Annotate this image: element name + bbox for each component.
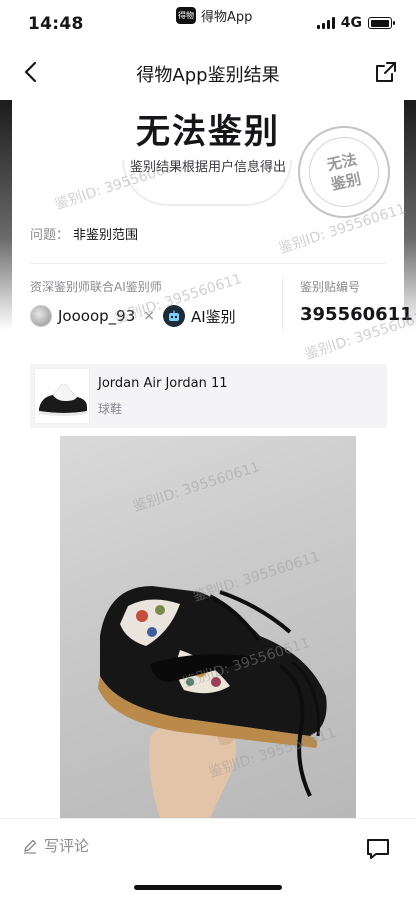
card-edge-right: [404, 100, 416, 330]
status-time: 14:48: [28, 14, 84, 34]
status-app-label: 得物App: [201, 10, 253, 25]
share-button[interactable]: [370, 56, 402, 88]
nav-bar: 得物App鉴别结果: [0, 44, 416, 100]
battery-fill: [370, 19, 389, 27]
robot-icon: [168, 310, 179, 321]
issue-row: 问题： 非鉴别范围: [30, 224, 138, 243]
product-name: Jordan Air Jordan 11: [98, 376, 228, 391]
signal-icon: [316, 17, 335, 29]
divider: [30, 263, 386, 264]
product-thumbnail: [34, 368, 90, 424]
network-label: 4G: [340, 15, 362, 31]
code-label: 鉴别贴编号: [300, 280, 361, 294]
status-right: 4G: [316, 15, 395, 31]
pencil-icon: [24, 839, 37, 854]
appraiser-name[interactable]: Joooop_93: [58, 307, 135, 325]
write-comment-button[interactable]: 写评论: [22, 835, 89, 856]
ai-avatar: [162, 305, 185, 327]
status-bar: 14:48 得物 得物App 4G: [0, 0, 416, 44]
message-icon: [367, 839, 389, 859]
result-content[interactable]: 无法鉴别 鉴别结果根据用户信息得出 无法鉴别 鉴别ID: 395560611 鉴…: [0, 100, 416, 818]
times-sign: ×: [143, 308, 155, 324]
battery-icon: [368, 17, 395, 29]
product-card[interactable]: Jordan Air Jordan 11 球鞋: [30, 364, 387, 428]
status-app-indicator: 得物 得物App: [176, 6, 252, 25]
result-card: 无法鉴别 鉴别结果根据用户信息得出 无法鉴别 鉴别ID: 395560611 鉴…: [12, 100, 416, 818]
home-indicator[interactable]: [134, 885, 282, 890]
share-icon: [376, 62, 396, 82]
code-value: 395560611: [300, 304, 413, 325]
issue-label: 问题：: [30, 228, 70, 243]
message-button[interactable]: [364, 835, 392, 863]
bottom-bar: 写评论: [0, 818, 416, 900]
appraiser-label: 资深鉴别师联合AI鉴别师: [30, 280, 162, 294]
stamp-text: 无法鉴别: [325, 150, 363, 194]
app-badge-icon: 得物: [176, 7, 196, 24]
stamp-inner-ring: 无法鉴别: [302, 130, 386, 214]
card-edge-left: [0, 100, 12, 330]
sneaker-photo[interactable]: 鉴别ID: 395560611 鉴别ID: 395560611 鉴别ID: 39…: [60, 436, 356, 818]
appraiser-avatar[interactable]: [30, 305, 52, 327]
comment-label: 写评论: [44, 837, 90, 855]
product-category: 球鞋: [98, 402, 123, 416]
page-title: 得物App鉴别结果: [136, 65, 280, 86]
ai-appraiser-name: AI鉴别: [190, 307, 236, 326]
sneaker-photo-image: [98, 586, 327, 818]
appraiser-row: Joooop_93 × AI鉴别: [30, 305, 236, 327]
sneaker-thumbnail-icon: [39, 384, 87, 416]
issue-value: 非鉴别范围: [73, 228, 139, 243]
vertical-divider: [282, 278, 283, 330]
